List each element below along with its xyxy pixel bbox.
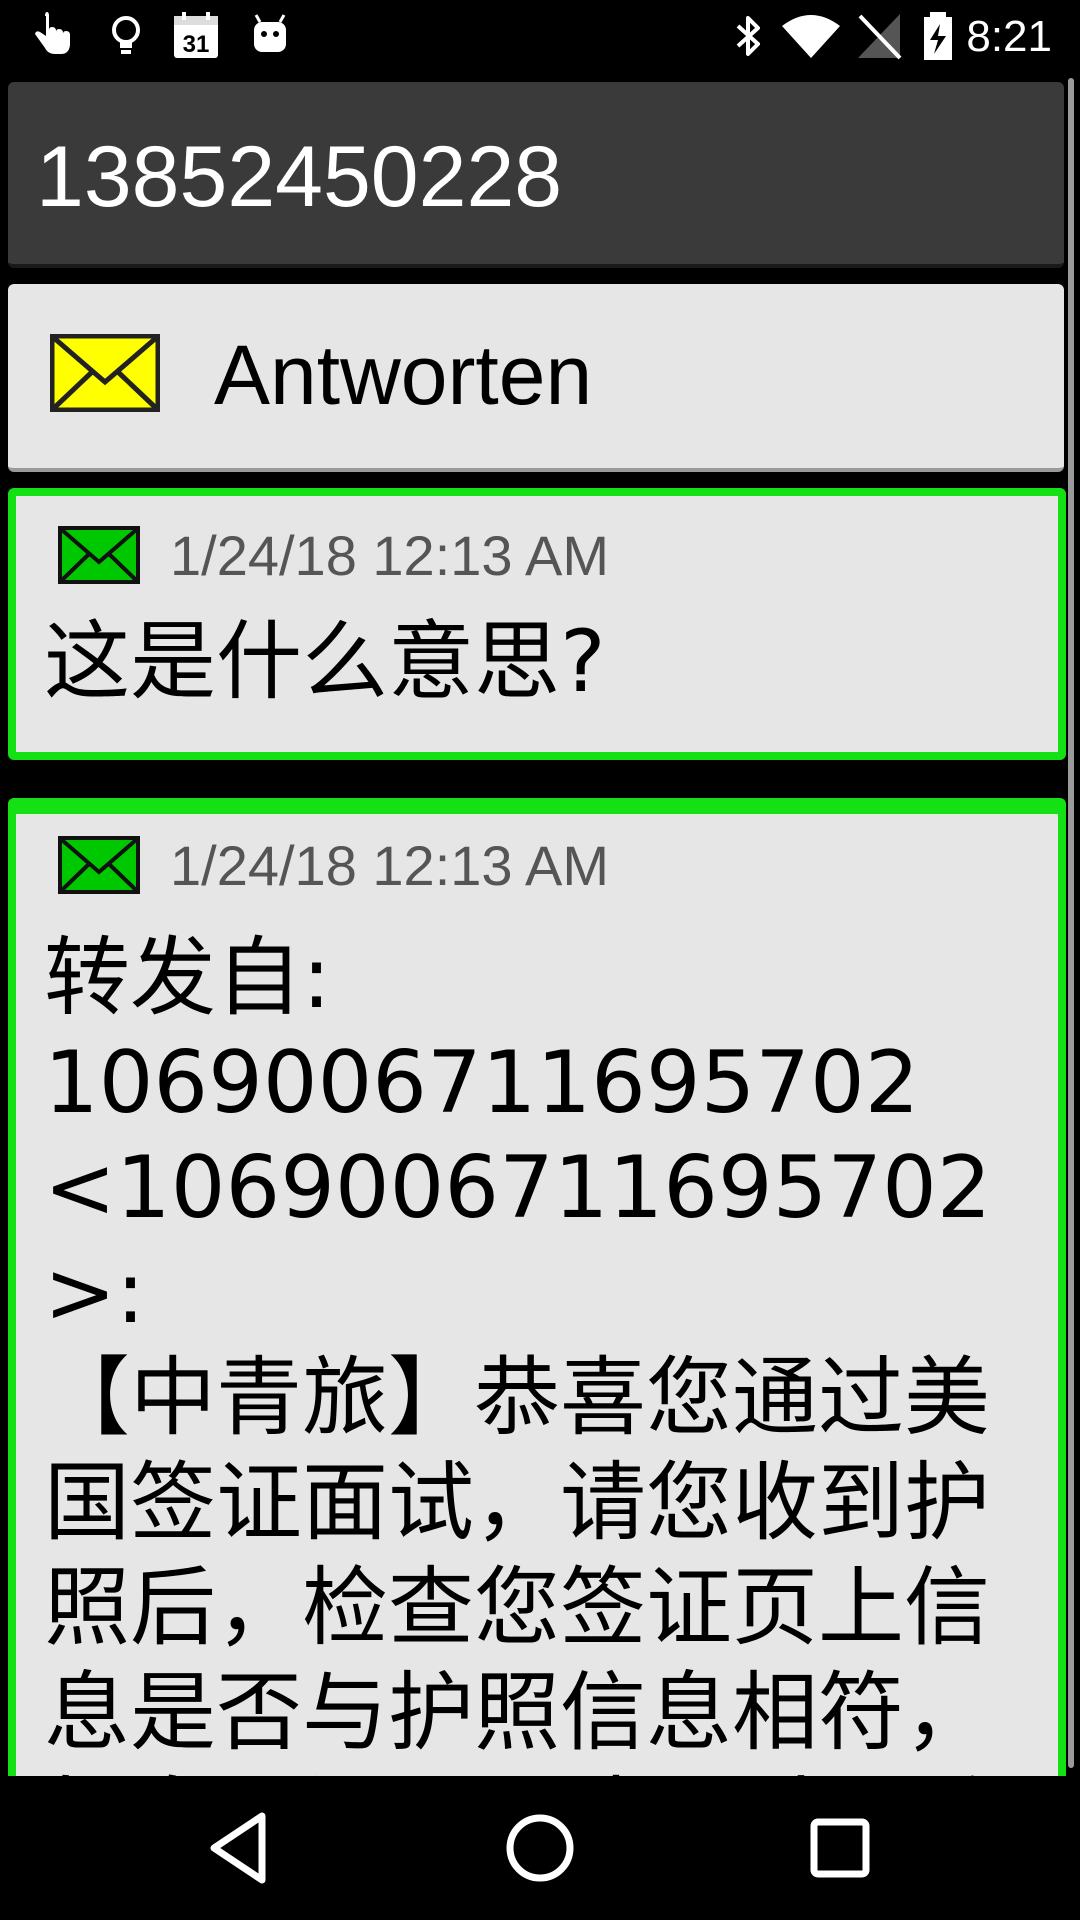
contact-header: 13852450228 <box>8 82 1064 268</box>
phone-screen: 31 8:21 13852450228 Antworten 1/24/18 12… <box>0 0 1080 1920</box>
reply-label: Antworten <box>214 328 593 422</box>
envelope-green-icon <box>58 526 140 584</box>
status-clock: 8:21 <box>966 12 1052 61</box>
battery-charging-icon <box>924 12 952 60</box>
back-icon[interactable] <box>200 1808 280 1888</box>
no-signal-icon <box>858 14 902 60</box>
message-item[interactable]: 1/24/18 12:13 AM 转发自: 1069006711695702 <… <box>8 798 1066 1776</box>
status-bar: 31 8:21 <box>0 0 1080 74</box>
lightbulb-icon <box>112 16 140 54</box>
navigation-bar <box>0 1776 1080 1920</box>
home-icon[interactable] <box>500 1808 580 1888</box>
envelope-yellow-icon <box>50 334 160 412</box>
bluetooth-icon <box>736 16 760 56</box>
message-body: 转发自: 1069006711695702 <1069006711695702>… <box>44 928 992 1776</box>
message-body: 这是什么意思? <box>44 612 606 712</box>
scrollbar[interactable] <box>1068 78 1074 1768</box>
message-item[interactable]: 1/24/18 12:13 AM 这是什么意思? <box>8 488 1066 760</box>
calendar-icon: 31 <box>174 12 218 58</box>
message-timestamp: 1/24/18 12:13 AM <box>170 524 610 587</box>
calendar-day: 31 <box>183 31 210 58</box>
message-thread[interactable]: 13852450228 Antworten 1/24/18 12:13 AM 这… <box>0 74 1080 1776</box>
android-icon <box>254 14 286 52</box>
message-timestamp: 1/24/18 12:13 AM <box>170 834 610 897</box>
touch-icon <box>35 12 70 54</box>
recents-icon[interactable] <box>800 1808 880 1888</box>
wifi-icon <box>782 15 840 58</box>
envelope-green-icon <box>58 836 140 894</box>
reply-button[interactable]: Antworten <box>8 284 1064 472</box>
contact-phone-number: 13852450228 <box>36 129 563 225</box>
